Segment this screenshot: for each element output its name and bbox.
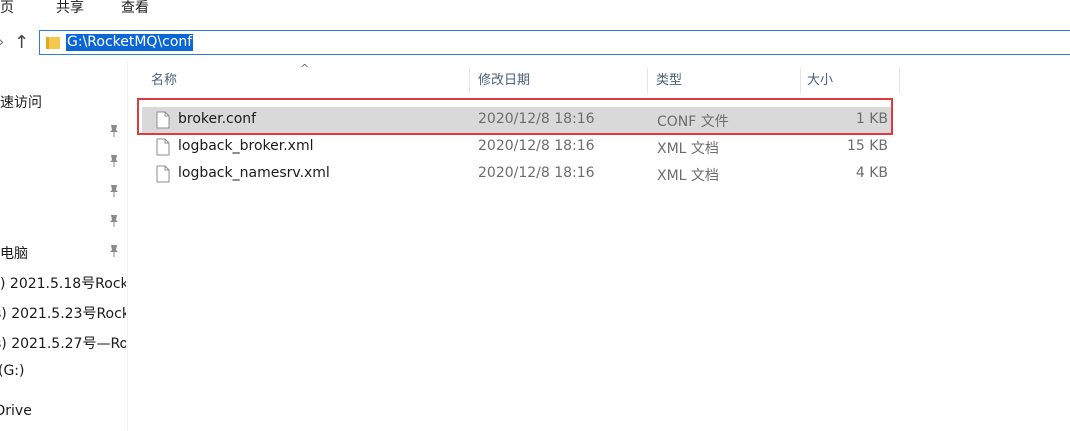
pin-icon[interactable] xyxy=(108,244,120,258)
nav-onedrive[interactable]: OneDrive xyxy=(0,403,126,419)
nav-folder-0527[interactable]: s) 2021.5.27号—RocketMQ xyxy=(0,333,126,353)
file-icon xyxy=(156,138,170,160)
file-row[interactable]: logback_namesrv.xml 2020/12/8 18:16 XML … xyxy=(142,161,892,187)
pin-icon[interactable] xyxy=(108,184,120,198)
file-icon xyxy=(156,165,170,187)
tab-share[interactable]: 共享 xyxy=(56,0,84,17)
file-type: XML 文档 xyxy=(657,141,719,157)
file-name: logback_broker.xml xyxy=(178,138,314,154)
column-separator[interactable] xyxy=(469,68,470,94)
pin-icon[interactable] xyxy=(108,154,120,168)
address-row: › ↑ G:\RocketMQ\conf xyxy=(0,26,1070,60)
file-date: 2020/12/8 18:16 xyxy=(478,138,595,154)
folder-icon xyxy=(46,37,60,49)
address-path[interactable]: G:\RocketMQ\conf xyxy=(66,34,194,51)
back-arrow-icon[interactable]: › xyxy=(0,32,4,51)
column-separator[interactable] xyxy=(647,68,648,94)
column-header-name[interactable]: 名称 xyxy=(151,68,177,94)
annotation-highlight-box xyxy=(137,98,893,135)
nav-folder-0518[interactable]: ) 2021.5.18号RocketMQ xyxy=(0,273,126,293)
column-header-size[interactable]: 大小 xyxy=(807,68,833,94)
up-arrow-icon[interactable]: ↑ xyxy=(14,32,29,53)
file-date: 2020/12/8 18:16 xyxy=(478,165,595,181)
file-row[interactable]: logback_broker.xml 2020/12/8 18:16 XML 文… xyxy=(142,134,892,160)
column-header-type[interactable]: 类型 xyxy=(656,68,682,94)
nav-drive-g[interactable]: (G:) xyxy=(0,363,126,379)
nav-folder-0523[interactable]: s) 2021.5.23号RocketMQ xyxy=(0,303,126,323)
ribbon-tabs: 主页 共享 查看 xyxy=(0,0,1070,18)
address-bar[interactable]: G:\RocketMQ\conf xyxy=(39,30,1070,55)
pin-icon[interactable] xyxy=(108,124,120,138)
pane-divider[interactable] xyxy=(127,62,128,431)
sort-up-icon: ^ xyxy=(300,62,310,75)
column-separator[interactable] xyxy=(899,68,900,94)
column-header-date[interactable]: 修改日期 xyxy=(478,68,530,94)
tab-home[interactable]: 主页 xyxy=(0,0,14,17)
file-size: 15 KB xyxy=(846,138,888,154)
file-size: 4 KB xyxy=(855,165,888,181)
column-separator[interactable] xyxy=(800,68,801,94)
file-name: logback_namesrv.xml xyxy=(178,165,330,181)
tab-view[interactable]: 查看 xyxy=(121,0,149,17)
file-type: XML 文档 xyxy=(657,168,719,184)
nav-quick-access[interactable]: 快速访问 xyxy=(0,92,126,112)
pin-icon[interactable] xyxy=(108,214,120,228)
navigation-pane: 快速访问 此电脑 ) 2021.5.18号RocketMQ s) 2021.5.… xyxy=(0,62,127,431)
